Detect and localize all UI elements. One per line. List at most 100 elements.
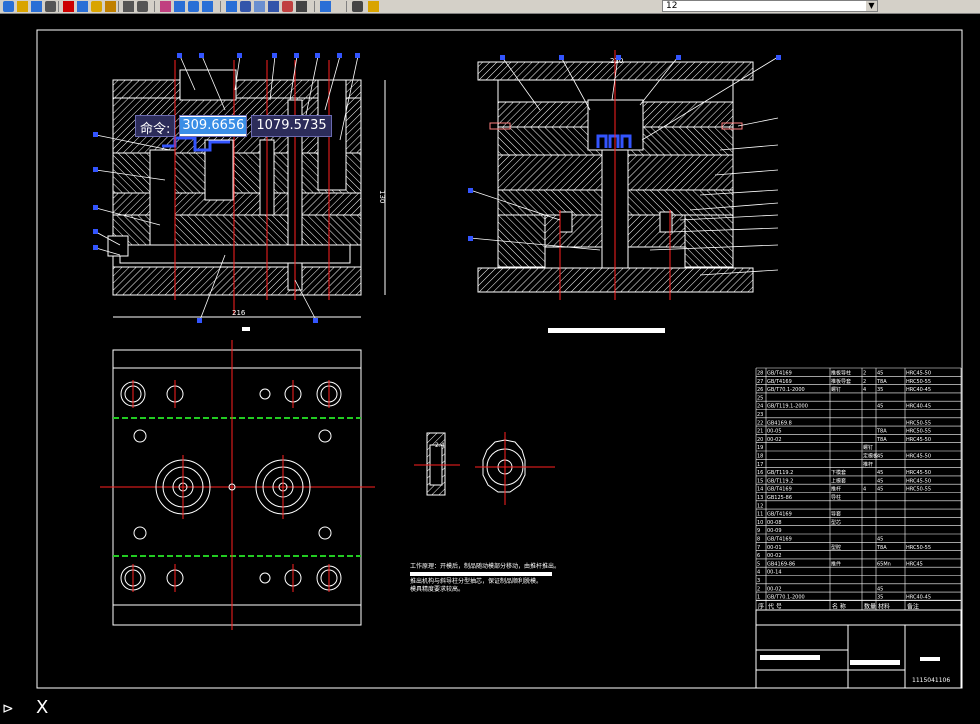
tool-palette-icon[interactable] (254, 1, 265, 12)
redo-icon[interactable] (137, 1, 148, 12)
bom-cell: GB/T119.2 (767, 470, 793, 476)
open-icon[interactable] (17, 1, 28, 12)
bom-cell: 6 (757, 553, 760, 559)
y-coordinate-input[interactable]: 1079.5735 (251, 115, 332, 137)
bom-cell: 22 (757, 420, 763, 426)
x-coordinate-input[interactable]: 309.6656 (179, 115, 248, 137)
technical-notes: 工作原理：开模后，制品随动模部分移动，由推杆推出。 推出机构与斜导柱分型抽芯，保… (410, 562, 560, 593)
bom-cell: GB/T119.2 (767, 478, 793, 484)
bom-header-cell: 名 称 (832, 602, 846, 610)
bom-row: 6 00-02 (756, 550, 961, 559)
bom-cell: GB125-86 (767, 495, 792, 501)
save-icon[interactable] (31, 1, 42, 12)
bom-cell: GB/T4169 (767, 487, 792, 493)
right-section-view[interactable]: 210 (477, 50, 754, 333)
drawing-canvas[interactable]: 216 130 210 2.4 工作原理：开模后，制品随动模部分移动，由推杆推出… (0, 13, 980, 720)
new-icon[interactable] (3, 1, 14, 12)
left-section-view[interactable]: 216 130 (107, 60, 386, 331)
bom-row: 28 GB/T4169 推板导柱 2 45 HRC45-50 (756, 367, 961, 377)
bom-row: 9 00-09 (756, 525, 961, 534)
toolbar-separator (314, 1, 315, 12)
bom-cell: 26 (757, 387, 763, 393)
bom-cell: 11 (757, 512, 763, 518)
paste-icon[interactable] (91, 1, 102, 12)
command-input-tooltip[interactable]: 命令: 309.6656 1079.5735 (135, 115, 332, 137)
zoom-realtime-icon[interactable] (174, 1, 185, 12)
bom-row: 17 推杆 (756, 458, 961, 468)
bom-cell: GB/T4169 (767, 379, 792, 385)
note-1: 工作原理：开模后，制品随动模部分移动，由推杆推出。 (410, 562, 560, 570)
bom-header-cell: 备注 (907, 602, 919, 610)
plan-view[interactable] (100, 340, 375, 630)
match-icon[interactable] (105, 1, 116, 12)
detail-label: 2.4 (435, 442, 445, 449)
bom-cell: 45 (877, 478, 883, 484)
bom-cell: HRC40-45 (906, 595, 931, 601)
bom-row: 16 GB/T119.2 下模套 45 HRC45-50 (756, 467, 961, 476)
layer-manager-icon[interactable] (352, 1, 363, 12)
bom-header-cell: 代 号 (768, 602, 782, 610)
layer-state-icon[interactable] (368, 1, 379, 12)
bom-cell: GB/T70.1-2000 (767, 595, 805, 601)
print-icon[interactable] (45, 1, 56, 12)
bom-cell: 45 (877, 454, 883, 460)
bom-row: 26 GB/T70.1-2000 螺钉 4 35 HRC40-45 (756, 384, 961, 393)
toolbar-separator (118, 1, 119, 12)
bom-row: 25 (756, 392, 961, 401)
markup-icon[interactable] (282, 1, 293, 12)
bom-cell: 17 (757, 462, 763, 468)
bom-row: 3 (756, 575, 961, 584)
layer-combo[interactable]: 12 ▼ (662, 0, 878, 12)
bom-cell: 00-14 (767, 570, 782, 576)
bom-cell: 10 (757, 520, 763, 526)
undo-icon[interactable] (123, 1, 134, 12)
zoom-previous-icon[interactable] (202, 1, 213, 12)
bom-cell: 00-05 (767, 429, 782, 435)
bom-cell: 15 (757, 478, 763, 484)
bom-cell: HRC45-50 (906, 454, 931, 460)
bom-cell: GB4169-86 (767, 561, 795, 567)
layer-value: 12 (666, 1, 678, 11)
bom-cell: 8 (757, 537, 760, 543)
toolbar-separator (154, 1, 155, 12)
bom-cell: 45 (877, 586, 883, 592)
bom-cell: 28 (757, 371, 763, 377)
help-icon[interactable] (320, 1, 331, 12)
bom-cell: 45 (877, 470, 883, 476)
detail-views[interactable]: 2.4 (414, 432, 555, 505)
bom-cell: 4 (863, 487, 866, 493)
bom-row: 1 GB/T70.1-2000 35 HRC40-45 (756, 591, 961, 601)
bom-cell: GB4169.8 (767, 420, 792, 426)
bom-cell: HRC40-45 (906, 387, 931, 393)
sheet-set-icon[interactable] (268, 1, 279, 12)
bom-cell: 00-02 (767, 553, 782, 559)
bom-cell: GB/T4169 (767, 512, 792, 518)
bom-cell: 45 (877, 371, 883, 377)
command-line[interactable]: ⊳ X (0, 693, 980, 720)
bom-cell: HRC45-50 (906, 470, 931, 476)
pan-icon[interactable] (160, 1, 171, 12)
bom-cell: 2 (863, 371, 866, 377)
bom-cell: HRC50-55 (906, 429, 931, 435)
bom-cell: T8A (876, 379, 887, 385)
bom-row: 23 (756, 409, 961, 418)
bom-cell: 12 (757, 503, 763, 509)
bom-cell: 65Mn (877, 561, 891, 567)
bom-cell: 25 (757, 395, 763, 401)
calc-icon[interactable] (296, 1, 307, 12)
bom-row: 13 GB125-86 导柱 (756, 492, 961, 501)
bom-cell: HRC45-50 (906, 371, 931, 377)
bom-cell: 45 (877, 537, 883, 543)
copy-icon[interactable] (77, 1, 88, 12)
bom-cell: 上模套 (831, 477, 846, 484)
properties-icon[interactable] (226, 1, 237, 12)
cut-icon[interactable] (63, 1, 74, 12)
toolbar-separator (220, 1, 221, 12)
bom-cell: 20 (757, 437, 763, 443)
bom-cell: 14 (757, 487, 763, 493)
design-center-icon[interactable] (240, 1, 251, 12)
zoom-window-icon[interactable] (188, 1, 199, 12)
bom-cell: 9 (757, 528, 760, 534)
chevron-down-icon[interactable]: ▼ (866, 1, 877, 11)
toolbar-separator (346, 1, 347, 12)
